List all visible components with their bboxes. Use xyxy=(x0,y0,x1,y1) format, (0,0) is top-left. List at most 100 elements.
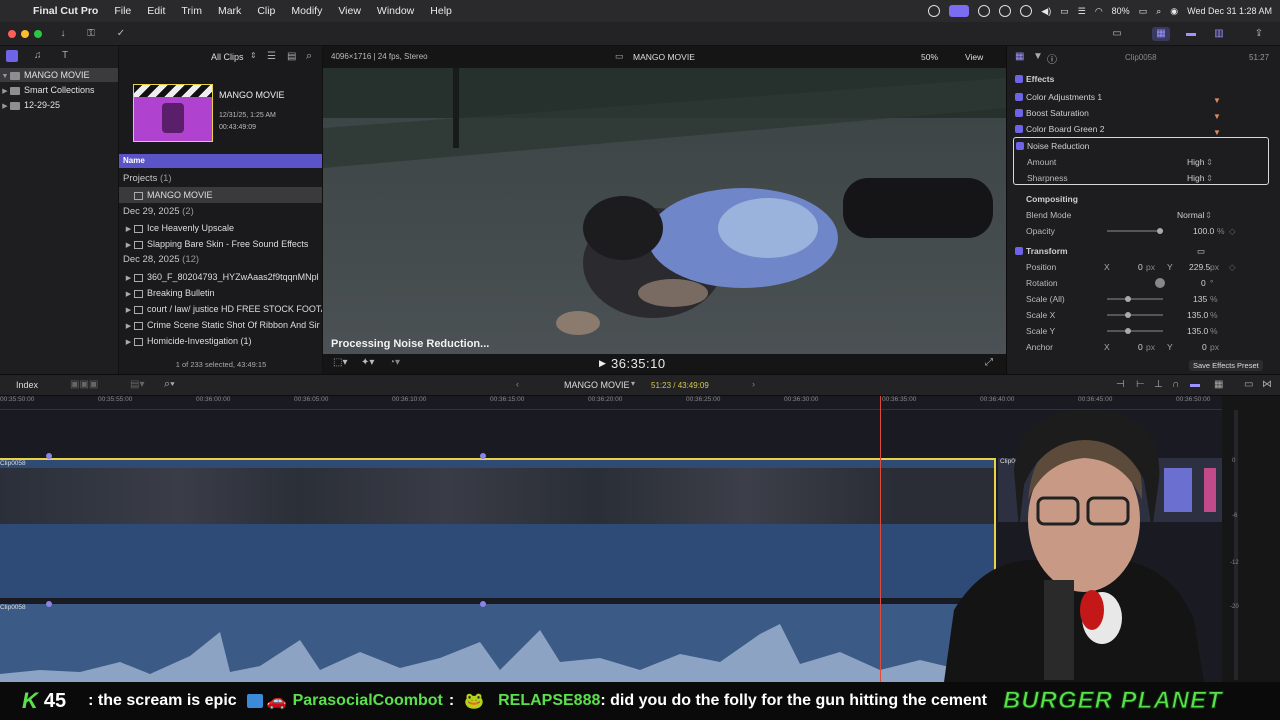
disclosure-closed-icon[interactable]: ▶ xyxy=(123,287,134,301)
video-inspector-icon[interactable]: ▦ xyxy=(1015,51,1024,62)
control-icon[interactable]: ☰ xyxy=(1078,6,1086,17)
list-item[interactable]: ▶ court / law/ justice HD FREE STOCK FOOT… xyxy=(119,301,323,317)
layout-inspector-icon[interactable]: ▥ xyxy=(1210,27,1228,41)
menu-file[interactable]: File xyxy=(106,5,139,17)
timeline[interactable]: 00:35:50:00 00:35:55:00 00:36:00:00 00:36:0… xyxy=(0,396,1222,682)
transform-tool-icon[interactable]: ⬚▾ xyxy=(333,357,347,368)
tray-screen-record-icon[interactable] xyxy=(949,5,970,17)
menu-window[interactable]: Window xyxy=(369,5,422,17)
spotlight-icon[interactable]: ⌕ xyxy=(1156,6,1161,17)
video-frame[interactable] xyxy=(323,68,1007,354)
sidebar-item-library[interactable]: ▼ MANGO MOVIE xyxy=(0,68,118,82)
pos-y-value[interactable]: 229.5 xyxy=(1189,259,1210,275)
scale-x-value[interactable]: 135.0 xyxy=(1187,307,1208,323)
save-effects-preset-button[interactable]: Save Effects Preset xyxy=(1189,360,1263,371)
effect-checkbox[interactable] xyxy=(1015,109,1023,117)
rotation-dial[interactable] xyxy=(1155,278,1165,288)
disclosure-closed-icon[interactable]: ▶ xyxy=(123,238,134,252)
tray-play-icon[interactable] xyxy=(1020,5,1033,17)
blend-mode-dropdown[interactable]: Normal xyxy=(1177,207,1204,223)
rotation-value[interactable]: 0 xyxy=(1201,275,1206,291)
zoom-window-icon[interactable] xyxy=(34,30,42,38)
list-item[interactable]: ▶ Crime Scene Static Shot Of Ribbon And S… xyxy=(119,317,323,333)
project-thumbnail[interactable] xyxy=(133,84,213,142)
control-center-icon[interactable]: ◉ xyxy=(1170,6,1178,17)
list-item[interactable]: ▶ Slapping Bare Skin - Free Sound Effects xyxy=(119,236,323,252)
list-item[interactable]: ▶ Breaking Bulletin xyxy=(119,285,323,301)
background-tasks-icon[interactable]: ✓ xyxy=(112,27,130,41)
effect-checkbox[interactable] xyxy=(1015,125,1023,133)
slider-knob[interactable] xyxy=(1125,328,1131,334)
transform-checkbox[interactable] xyxy=(1015,247,1023,255)
transitions-icon[interactable]: ⋈ xyxy=(1262,379,1272,390)
effects-browser-icon[interactable]: ▭ xyxy=(1244,379,1253,390)
effects-checkbox[interactable] xyxy=(1015,75,1023,83)
volume-icon[interactable]: ◀) xyxy=(1041,6,1051,17)
playhead[interactable] xyxy=(880,396,881,682)
audio-clip[interactable]: Clip0058 xyxy=(0,604,970,682)
effect-row[interactable]: Color Adjustments 1 ▼ xyxy=(1007,89,1269,105)
menu-clock[interactable]: Wed Dec 31 1:28 AM xyxy=(1187,6,1272,16)
tray-obs-icon[interactable] xyxy=(928,5,941,17)
connect-edit-icon[interactable]: ▣▣▣ xyxy=(70,379,98,390)
disclosure-closed-icon[interactable]: ▶ xyxy=(123,319,134,333)
opacity-value[interactable]: 100.0 xyxy=(1193,223,1214,239)
zoom-dropdown[interactable]: 50% xyxy=(921,52,938,62)
menu-help[interactable]: Help xyxy=(422,5,460,17)
anchor-y-value[interactable]: 0 xyxy=(1202,339,1207,355)
disclosure-closed-icon[interactable]: ▶ xyxy=(123,271,134,285)
display-icon[interactable]: ▭ xyxy=(1060,6,1069,17)
clip-appearance-icon[interactable]: ▤ xyxy=(287,51,296,62)
menu-mark[interactable]: Mark xyxy=(210,5,249,17)
disclosure-closed-icon[interactable]: ▶ xyxy=(123,303,134,317)
keyframe-marker[interactable] xyxy=(480,601,486,607)
speed-icon[interactable]: ◔▾ xyxy=(389,357,400,368)
slider-knob[interactable] xyxy=(1125,296,1131,302)
menu-view[interactable]: View xyxy=(330,5,369,17)
zoom-tool-icon[interactable]: ⌕▾ xyxy=(164,378,175,391)
slider-knob[interactable] xyxy=(1125,312,1131,318)
amount-dropdown[interactable]: High xyxy=(1187,154,1204,170)
keyframe-marker[interactable] xyxy=(46,601,52,607)
history-back-icon[interactable]: ‹ xyxy=(516,379,519,389)
sharpness-dropdown[interactable]: High xyxy=(1187,170,1204,186)
libraries-icon[interactable] xyxy=(6,50,18,62)
clip-filter-dropdown[interactable]: All Clips xyxy=(211,52,244,62)
minimize-window-icon[interactable] xyxy=(21,30,29,38)
menu-app-name[interactable]: Final Cut Pro xyxy=(30,5,106,17)
effect-checkbox[interactable] xyxy=(1016,142,1024,150)
close-window-icon[interactable] xyxy=(8,30,16,38)
slider-knob[interactable] xyxy=(1157,228,1163,234)
keyword-icon[interactable]: ⚿ xyxy=(82,27,100,41)
disclosure-closed-icon[interactable]: ▶ xyxy=(0,100,10,114)
sidebar-item-smart-collections[interactable]: ▶ Smart Collections xyxy=(0,83,118,97)
menu-modify[interactable]: Modify xyxy=(283,5,330,17)
fullscreen-icon[interactable]: ⤢ xyxy=(985,357,993,368)
disclosure-open-icon[interactable]: ▼ xyxy=(0,70,10,84)
color-inspector-icon[interactable]: ▼ xyxy=(1033,51,1043,62)
effect-checkbox[interactable] xyxy=(1015,93,1023,101)
headphones-icon[interactable]: ∩ xyxy=(1172,379,1179,390)
keyframe-marker[interactable] xyxy=(480,453,486,459)
layout-browser-icon[interactable]: ▦ xyxy=(1152,27,1170,41)
disclosure-closed-icon[interactable]: ▶ xyxy=(0,85,10,99)
share-menu-icon[interactable]: ▭ xyxy=(1108,27,1126,41)
clip-skimming-icon[interactable]: ⊣ xyxy=(1116,379,1125,390)
index-button[interactable]: Index xyxy=(16,380,38,390)
pos-x-value[interactable]: 0 xyxy=(1138,259,1143,275)
import-icon[interactable]: ↓ xyxy=(54,27,72,41)
sidebar-item-event[interactable]: ▶ 12-29-25 xyxy=(0,98,118,112)
disclosure-closed-icon[interactable]: ▶ xyxy=(123,335,134,349)
photos-icon[interactable]: ♫ xyxy=(34,50,42,61)
wifi-icon[interactable]: ◠ xyxy=(1095,6,1103,17)
disclosure-closed-icon[interactable]: ▶ xyxy=(123,222,134,236)
keyframe-marker[interactable] xyxy=(46,453,52,459)
layout-timeline-icon[interactable]: ▬ xyxy=(1182,27,1200,41)
menu-clip[interactable]: Clip xyxy=(249,5,283,17)
share-icon[interactable]: ⇪ xyxy=(1250,27,1268,41)
play-icon[interactable]: ▶ xyxy=(599,358,606,369)
clip-appearance-icon[interactable]: ▦ xyxy=(1214,379,1223,390)
group-dec-28[interactable]: Dec 28, 2025 (12) xyxy=(119,252,323,268)
column-header-name[interactable]: Name xyxy=(119,154,323,168)
list-item[interactable]: MANGO MOVIE xyxy=(119,187,323,203)
